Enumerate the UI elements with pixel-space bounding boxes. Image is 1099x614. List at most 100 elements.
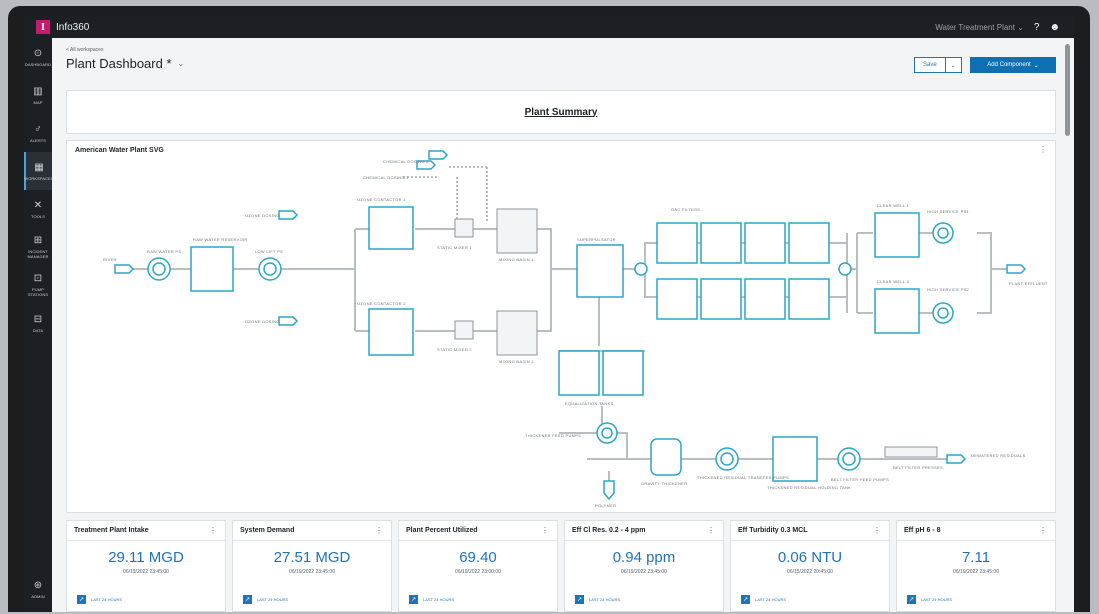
- sidebar-item-label: Pump Stations: [27, 287, 49, 297]
- breadcrumb[interactable]: < All workspaces: [66, 47, 103, 53]
- label-gac: GAC FILTERS: [671, 207, 700, 212]
- add-component-label: Add Component: [987, 62, 1031, 68]
- divider: [565, 540, 723, 541]
- label-ozone-2: OZONE DOSING: [245, 319, 280, 324]
- main-content: < All workspaces Plant Dashboard * ⌄ Sav…: [52, 38, 1074, 612]
- divider: [399, 540, 557, 541]
- sidebar-item-incident-manager[interactable]: ⊞ Incident Manager: [24, 228, 52, 266]
- kebab-menu-icon[interactable]: ⋮: [1039, 526, 1047, 535]
- kebab-menu-icon[interactable]: ⋮: [707, 526, 715, 535]
- admin-icon: ⊛: [33, 579, 43, 591]
- workspaces-icon: ▦: [34, 161, 44, 173]
- kpi-footer-label: Last 24 hours: [921, 597, 953, 602]
- kpi-footer-label: Last 24 hours: [423, 597, 455, 602]
- kpi-tile[interactable]: System Demand ⋮ 27.51 MGD 06/19/2022 23:…: [232, 520, 392, 612]
- label-hs-1: HIGH SERVICE PS1: [927, 209, 970, 214]
- label-raw-reservoir: RAW WATER RESERVOIR: [193, 237, 248, 242]
- kpi-footer-label: Last 24 hours: [257, 597, 289, 602]
- trend-icon: ↗: [243, 595, 252, 604]
- app-name: Info360: [56, 21, 90, 33]
- label-basin-2: MIXING BASIN 2: [499, 359, 534, 364]
- map-icon: ▥: [33, 85, 43, 97]
- app-logo[interactable]: I: [36, 20, 50, 34]
- plant-selector[interactable]: Water Treatment Plant ⌄: [935, 23, 1024, 32]
- kpi-value: 0.94 ppm: [612, 549, 676, 566]
- kpi-title: Eff Cl Res. 0.2 - 4 ppm: [572, 527, 646, 534]
- sidebar-item-data[interactable]: ⊟ Data: [24, 304, 52, 342]
- plant-summary-card: Plant Summary: [66, 90, 1056, 134]
- data-icon: ⊟: [33, 313, 43, 325]
- sidebar-item-map[interactable]: ▥ Map: [24, 76, 52, 114]
- add-component-button[interactable]: Add Component ⌄: [970, 57, 1056, 73]
- label-dewatered: DEWATERED RESIDUALS: [971, 453, 1026, 458]
- kebab-menu-icon[interactable]: ⋮: [375, 526, 383, 535]
- kpi-tiles: Treatment Plant Intake ⋮ 29.11 MGD 06/19…: [66, 520, 1056, 612]
- kpi-footer-link[interactable]: ↗ Last 24 hours: [77, 595, 122, 604]
- sidebar-item-admin[interactable]: ⊛ Admin: [24, 570, 52, 608]
- label-thickener-pumps: THICKENER FEED PUMPS: [525, 433, 581, 438]
- scrollbar[interactable]: [1065, 44, 1070, 136]
- plant-summary-title[interactable]: Plant Summary: [525, 107, 598, 118]
- kpi-footer-link[interactable]: ↗ Last 24 hours: [907, 595, 952, 604]
- kpi-timestamp: 06/19/2022 23:45:00: [123, 569, 169, 575]
- label-belt-press: BELT FILTER PRESSES: [893, 465, 943, 470]
- device-frame: I Info360 Water Treatment Plant ⌄ ? ☻ ⊙ D…: [8, 6, 1090, 612]
- sidebar-item-label: Alerts: [29, 137, 47, 143]
- page-title[interactable]: Plant Dashboard * ⌄: [66, 56, 184, 71]
- kebab-menu-icon[interactable]: ⋮: [209, 526, 217, 535]
- kpi-tile[interactable]: Treatment Plant Intake ⋮ 29.11 MGD 06/19…: [66, 520, 226, 612]
- label-superpulsator: SUPERPULSATOR: [577, 237, 616, 242]
- kpi-footer-label: Last 24 hours: [755, 597, 787, 602]
- sidebar-item-workspaces[interactable]: ▦ Workspaces: [24, 152, 54, 190]
- kebab-menu-icon[interactable]: ⋮: [541, 526, 549, 535]
- label-contactor-2: OZONE CONTACTOR 2: [357, 301, 406, 306]
- kpi-timestamp: 06/15/2022 20:45:00: [787, 569, 833, 575]
- pump-icon: ⊡: [33, 273, 43, 284]
- trend-icon: ↗: [907, 595, 916, 604]
- kpi-value: 7.11: [961, 549, 991, 566]
- label-gravity-thickener: GRAVITY THICKENER: [641, 481, 687, 486]
- label-hs-2: HIGH SERVICE PS2: [927, 287, 970, 292]
- app-screen: I Info360 Water Treatment Plant ⌄ ? ☻ ⊙ D…: [24, 16, 1074, 612]
- kpi-timestamp: 06/19/2022 23:45:00: [953, 569, 999, 575]
- sidebar-item-tools[interactable]: ✕ Tools: [24, 190, 52, 228]
- kpi-tile[interactable]: Plant Percent Utilized ⋮ 69.40 06/19/202…: [398, 520, 558, 612]
- kpi-timestamp: 06/19/2022 23:45:00: [289, 569, 335, 575]
- save-options-button[interactable]: ⌄: [945, 57, 962, 73]
- label-clearwell-1: CLEAR WELL 1: [877, 203, 910, 208]
- chevron-down-icon[interactable]: ⌄: [178, 59, 185, 68]
- label-belt-pumps: BELT FILTER FEED PUMPS: [831, 477, 889, 482]
- sidebar-item-dashboard[interactable]: ⊙ Dashboard: [24, 38, 52, 76]
- user-icon[interactable]: ☻: [1049, 22, 1060, 33]
- label-thickened-pumps: THICKENED RESIDUAL TRANSFER PUMPS: [697, 475, 789, 480]
- kpi-footer-link[interactable]: ↗ Last 24 hours: [243, 595, 288, 604]
- kpi-title: Eff Turbidity 0.3 MCL: [738, 527, 808, 534]
- sidebar-item-alerts[interactable]: ♂ Alerts: [24, 114, 52, 152]
- kpi-tile[interactable]: Eff Turbidity 0.3 MCL ⋮ 0.06 NTU 06/15/2…: [730, 520, 890, 612]
- kpi-title: System Demand: [240, 527, 295, 534]
- save-button[interactable]: Save: [914, 57, 946, 73]
- label-low-lift: LOW LIFT PS: [255, 249, 283, 254]
- kebab-menu-icon[interactable]: ⋮: [873, 526, 881, 535]
- kpi-tile[interactable]: Eff Cl Res. 0.2 - 4 ppm ⋮ 0.94 ppm 06/19…: [564, 520, 724, 612]
- kpi-footer-link[interactable]: ↗ Last 24 hours: [575, 595, 620, 604]
- page-title-text: Plant Dashboard *: [66, 56, 172, 71]
- incident-icon: ⊞: [33, 235, 43, 246]
- kpi-title: Plant Percent Utilized: [406, 527, 478, 534]
- label-ozone-1: OZONE DOSING: [245, 213, 280, 218]
- top-bar: I Info360 Water Treatment Plant ⌄ ? ☻: [24, 16, 1074, 38]
- kpi-footer-link[interactable]: ↗ Last 24 hours: [409, 595, 454, 604]
- trend-icon: ↗: [409, 595, 418, 604]
- sidebar-item-label: Admin: [31, 593, 45, 599]
- kpi-value: 27.51 MGD: [273, 549, 351, 566]
- kpi-timestamp: 06/19/2022 23:45:00: [621, 569, 667, 575]
- trend-icon: ↗: [741, 595, 750, 604]
- sidebar-item-label: Tools: [31, 213, 45, 219]
- chevron-down-icon: ⌄: [1033, 62, 1039, 69]
- sidebar-item-pump-stations[interactable]: ⊡ Pump Stations: [24, 266, 52, 304]
- label-eq-tanks: EQUALIZATION TANKS: [565, 401, 614, 406]
- help-icon[interactable]: ?: [1034, 22, 1040, 33]
- kpi-tile[interactable]: Eff pH 6 - 8 ⋮ 7.11 06/19/2022 23:45:00 …: [896, 520, 1056, 612]
- kpi-footer-link[interactable]: ↗ Last 24 hours: [741, 595, 786, 604]
- label-holding-tank: THICKENED RESIDUAL HOLDING TANK: [767, 485, 851, 490]
